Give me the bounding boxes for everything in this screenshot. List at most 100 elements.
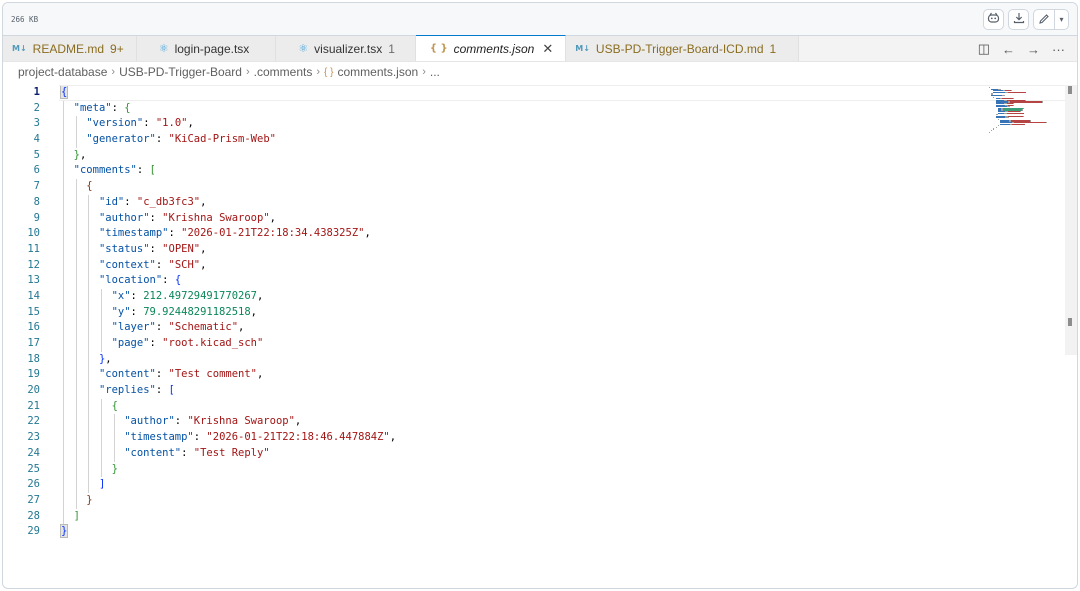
code-token: "context" bbox=[98, 258, 156, 271]
code-token: , bbox=[79, 148, 87, 161]
indent-guide bbox=[75, 210, 77, 227]
arrow-right-icon[interactable]: → bbox=[1027, 42, 1040, 57]
indent-guide bbox=[75, 445, 77, 462]
vertical-scrollbar[interactable] bbox=[1065, 85, 1077, 355]
tab-icd-md[interactable]: M↓ USB-PD-Trigger-Board-ICD.md 1 bbox=[566, 36, 800, 61]
indent-guide bbox=[75, 477, 77, 493]
code-token: , bbox=[105, 352, 112, 365]
react-icon: ⚛ bbox=[298, 42, 309, 55]
indent-guide bbox=[88, 351, 90, 368]
tab-label: comments.json bbox=[453, 41, 535, 56]
code-token: , bbox=[257, 289, 264, 302]
code-line: "y": 79.92448291182518, bbox=[61, 304, 959, 321]
code-line: "content": "Test Reply" bbox=[61, 445, 959, 462]
breadcrumb: project-database › USB-PD-Trigger-Board … bbox=[3, 62, 1077, 82]
close-icon[interactable]: ✕ bbox=[542, 41, 553, 57]
problem-badge: 1 bbox=[388, 41, 395, 56]
code-token: : bbox=[111, 101, 125, 114]
download-button[interactable] bbox=[1008, 8, 1029, 30]
indent-guide bbox=[100, 430, 102, 446]
tab-readme[interactable]: M↓ README.md 9+ bbox=[3, 36, 137, 61]
code-area[interactable]: { "meta": { "version": "1.0", "generator… bbox=[59, 85, 1077, 540]
indent-guide bbox=[88, 288, 90, 305]
code-line: "layer": "Schematic", bbox=[61, 320, 959, 336]
edit-split-button[interactable]: ▾ bbox=[1033, 8, 1069, 30]
code-token: : bbox=[193, 431, 207, 444]
code-token: "2026-01-21T22:18:46.447884Z" bbox=[206, 431, 390, 444]
indent-guide bbox=[63, 179, 64, 195]
line-number: 10 bbox=[27, 227, 40, 240]
minimap[interactable] bbox=[989, 87, 1061, 135]
code-token: "KiCad-Prism-Web" bbox=[168, 133, 276, 146]
indent-guide bbox=[75, 116, 77, 133]
line-number: 15 bbox=[27, 305, 40, 318]
indent-guide bbox=[63, 304, 64, 321]
code-token: "root.kicad_sch" bbox=[162, 337, 264, 349]
line-number: 22 bbox=[27, 415, 40, 428]
code-token: { bbox=[174, 274, 182, 287]
indent-guide bbox=[75, 367, 77, 384]
code-token: { bbox=[59, 85, 69, 99]
tab-comments-json[interactable]: { } comments.json ✕ bbox=[415, 35, 567, 61]
split-editor-icon[interactable]: ◫ bbox=[978, 41, 990, 57]
breadcrumb-item[interactable]: comments.json bbox=[337, 65, 418, 79]
code-token: ] bbox=[98, 478, 106, 491]
indent-guide bbox=[88, 398, 90, 415]
indent-guide bbox=[100, 461, 102, 478]
chevron-down-icon[interactable]: ▾ bbox=[1054, 9, 1068, 29]
indent-guide bbox=[75, 132, 77, 148]
indent-guide bbox=[63, 477, 64, 493]
code-token: : bbox=[168, 227, 182, 240]
arrow-left-icon[interactable]: ← bbox=[1002, 42, 1015, 57]
tab-visualizer[interactable]: ⚛ visualizer.tsx 1 bbox=[276, 36, 416, 61]
line-number: 17 bbox=[27, 337, 40, 349]
line-number: 6 bbox=[33, 164, 40, 177]
code-token: "SCH" bbox=[168, 258, 201, 271]
indent-guide bbox=[88, 477, 90, 493]
code-line: "id": "c_db3fc3", bbox=[61, 194, 959, 211]
code-token: , bbox=[187, 117, 194, 130]
tab-login-page[interactable]: ⚛ login-page.tsx bbox=[136, 36, 277, 61]
more-actions-icon[interactable]: ··· bbox=[1052, 42, 1065, 57]
code-token: "c_db3fc3" bbox=[136, 195, 201, 208]
breadcrumb-item[interactable]: USB-PD-Trigger-Board bbox=[119, 65, 242, 79]
code-token: : bbox=[162, 274, 175, 287]
code-line: }, bbox=[61, 147, 959, 164]
pencil-icon[interactable] bbox=[1034, 10, 1054, 29]
code-token: , bbox=[200, 258, 207, 271]
code-token: "id" bbox=[98, 195, 125, 208]
code-token: : bbox=[155, 368, 169, 381]
line-number: 23 bbox=[27, 431, 40, 444]
indent-guide bbox=[75, 194, 77, 211]
scrollbar-marker bbox=[1068, 86, 1072, 94]
indent-guide bbox=[63, 508, 64, 525]
code-editor[interactable]: 1 2 3 4 5 6 7 8 9 10 11 12 13 14 15 16 17 18 19 20 21 22 23 24 2… bbox=[3, 85, 1077, 588]
breadcrumb-item[interactable]: .comments bbox=[254, 65, 313, 79]
line-number: 4 bbox=[33, 133, 40, 146]
code-line: "author": "Krishna Swaroop", bbox=[61, 414, 959, 431]
code-token: , bbox=[250, 305, 257, 318]
code-line: { bbox=[59, 85, 1077, 101]
code-token: , bbox=[257, 368, 264, 381]
indent-guide bbox=[88, 414, 90, 431]
copilot-button[interactable] bbox=[983, 8, 1004, 30]
code-line: "comments": [ bbox=[61, 163, 959, 180]
breadcrumb-item[interactable]: project-database bbox=[18, 65, 107, 79]
code-line: "version": "1.0", bbox=[61, 116, 959, 133]
code-line: }, bbox=[61, 351, 959, 368]
tab-actions: ◫ ← → ··· bbox=[978, 36, 1065, 62]
indent-guide bbox=[100, 288, 102, 305]
indent-guide bbox=[63, 414, 64, 431]
breadcrumb-item[interactable]: ... bbox=[430, 65, 440, 79]
chevron-right-icon: › bbox=[422, 66, 426, 78]
indent-guide bbox=[75, 383, 77, 399]
